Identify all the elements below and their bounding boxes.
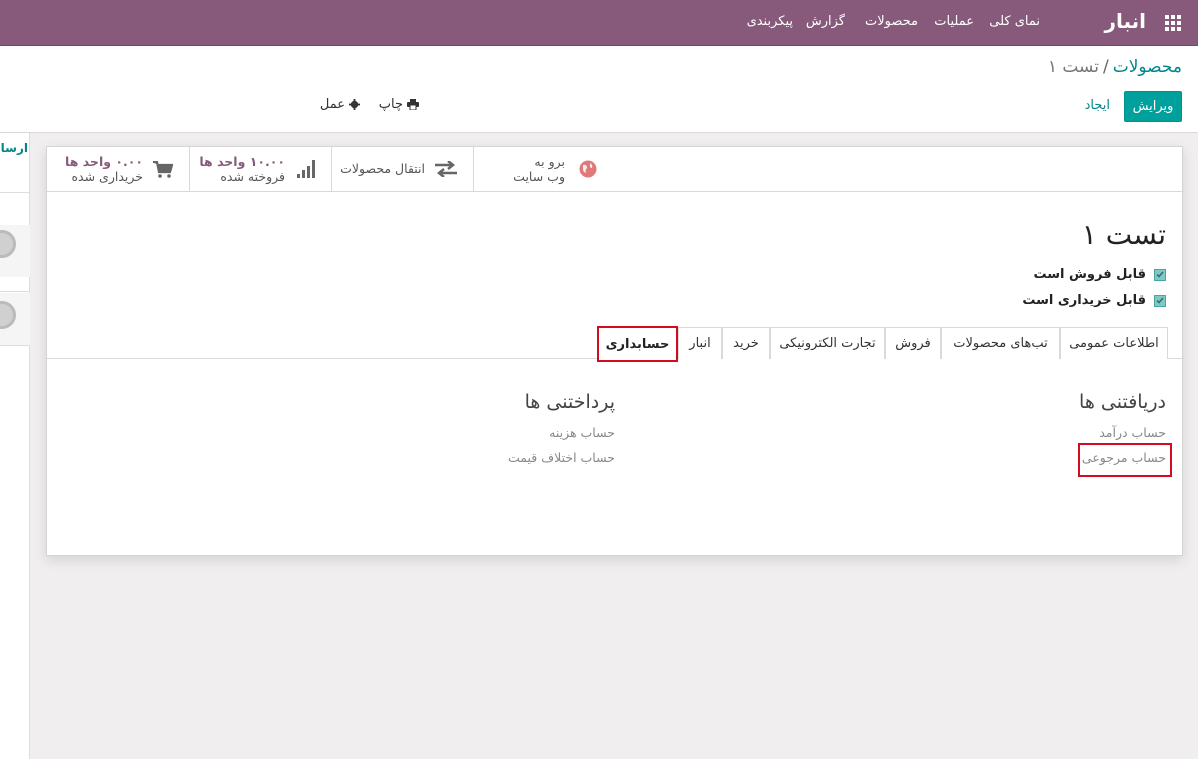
purchased-label: خریداری شده bbox=[71, 169, 143, 184]
side-panel-divider bbox=[0, 291, 30, 292]
edit-button[interactable]: ویرایش bbox=[1124, 91, 1182, 122]
breadcrumb-parent[interactable]: محصولات bbox=[1113, 57, 1182, 77]
menu-configuration[interactable]: پیکربندی bbox=[747, 14, 793, 29]
action-label: عمل bbox=[319, 97, 345, 112]
stat-buttons-divider bbox=[47, 191, 1184, 192]
website-stat-button[interactable]: برو به وب سایت bbox=[473, 147, 615, 191]
print-dropdown[interactable]: چاپ bbox=[379, 97, 419, 112]
purchase-ok-checkbox[interactable] bbox=[1154, 294, 1166, 307]
menu-products[interactable]: محصولات bbox=[865, 14, 918, 29]
gear-icon bbox=[349, 99, 360, 110]
sale-ok-label: قابل فروش است bbox=[1033, 267, 1146, 282]
website-line1: برو به bbox=[534, 154, 565, 169]
sold-label: فروخته شده bbox=[220, 169, 285, 184]
side-panel: ارسال bbox=[0, 133, 30, 759]
tab-inventory[interactable]: انبار bbox=[678, 327, 722, 359]
app-title[interactable]: انبار bbox=[1104, 9, 1146, 33]
tab-sales[interactable]: فروش bbox=[885, 327, 941, 359]
breadcrumb-current: تست ۱ bbox=[1047, 57, 1099, 77]
bar-chart-icon bbox=[297, 160, 315, 178]
menu-reporting[interactable]: گزارش bbox=[806, 14, 845, 29]
payables-title: پرداختنی ها bbox=[524, 391, 615, 413]
sale-ok-checkbox-row[interactable]: قابل فروش است bbox=[1033, 267, 1166, 282]
product-moves-label: انتقال محصولات bbox=[340, 161, 425, 176]
purchase-ok-label: قابل خریداری است bbox=[1022, 293, 1146, 308]
top-navbar: انبار نمای کلی عملیات محصولات گزارش پیکر… bbox=[0, 0, 1198, 46]
apps-grid-icon[interactable] bbox=[1165, 15, 1181, 31]
tab-general-info[interactable]: اطلاعات عمومی bbox=[1060, 327, 1168, 359]
breadcrumb-separator: / bbox=[1102, 57, 1109, 77]
purchased-stat-button[interactable]: ۰.۰۰ واحد ها خریداری شده bbox=[47, 147, 189, 191]
tab-ecommerce[interactable]: تجارت الکترونیکی bbox=[770, 327, 885, 359]
sold-value: ۱۰.۰۰ واحد ها bbox=[199, 154, 285, 169]
sale-ok-checkbox[interactable] bbox=[1154, 268, 1166, 281]
tab-purchase[interactable]: خرید bbox=[722, 327, 770, 359]
website-line2: وب سایت bbox=[513, 169, 565, 184]
purchased-value: ۰.۰۰ واحد ها bbox=[65, 154, 143, 169]
receivables-title: دریافتنی ها bbox=[1079, 391, 1166, 413]
breadcrumb: محصولات/تست ۱ bbox=[1048, 57, 1182, 77]
exchange-icon bbox=[435, 161, 457, 177]
menu-operations[interactable]: عملیات bbox=[934, 14, 974, 29]
sold-stat-button[interactable]: ۱۰.۰۰ واحد ها فروخته شده bbox=[189, 147, 331, 191]
product-name[interactable]: تست ۱ bbox=[1082, 218, 1166, 251]
action-dropdown[interactable]: عمل bbox=[320, 97, 360, 112]
print-label: چاپ bbox=[378, 97, 403, 112]
form-sheet: برو به وب سایت انتقال محصولات ۱۰.۰۰ واحد… bbox=[46, 146, 1184, 556]
product-moves-button[interactable]: انتقال محصولات bbox=[331, 147, 473, 191]
globe-icon bbox=[579, 160, 597, 178]
menu-overview[interactable]: نمای کلی bbox=[989, 14, 1040, 29]
tab-variants[interactable]: تب‌های محصولات bbox=[941, 327, 1060, 359]
income-account-label: حساب درآمد bbox=[1099, 425, 1166, 440]
refund-account-highlight bbox=[1078, 443, 1172, 477]
tab-accounting[interactable]: حسابداری bbox=[597, 326, 678, 362]
expense-account-label: حساب هزینه bbox=[549, 425, 615, 440]
create-button[interactable]: ایجاد bbox=[1085, 98, 1110, 113]
purchase-ok-checkbox-row[interactable]: قابل خریداری است bbox=[1022, 293, 1166, 308]
side-panel-divider bbox=[0, 192, 30, 193]
print-icon bbox=[407, 99, 419, 110]
side-panel-send-label[interactable]: ارسال bbox=[0, 141, 28, 155]
price-difference-account-label: حساب اختلاف قیمت bbox=[507, 450, 615, 465]
side-panel-divider bbox=[0, 345, 30, 346]
shopping-cart-icon bbox=[153, 161, 173, 178]
